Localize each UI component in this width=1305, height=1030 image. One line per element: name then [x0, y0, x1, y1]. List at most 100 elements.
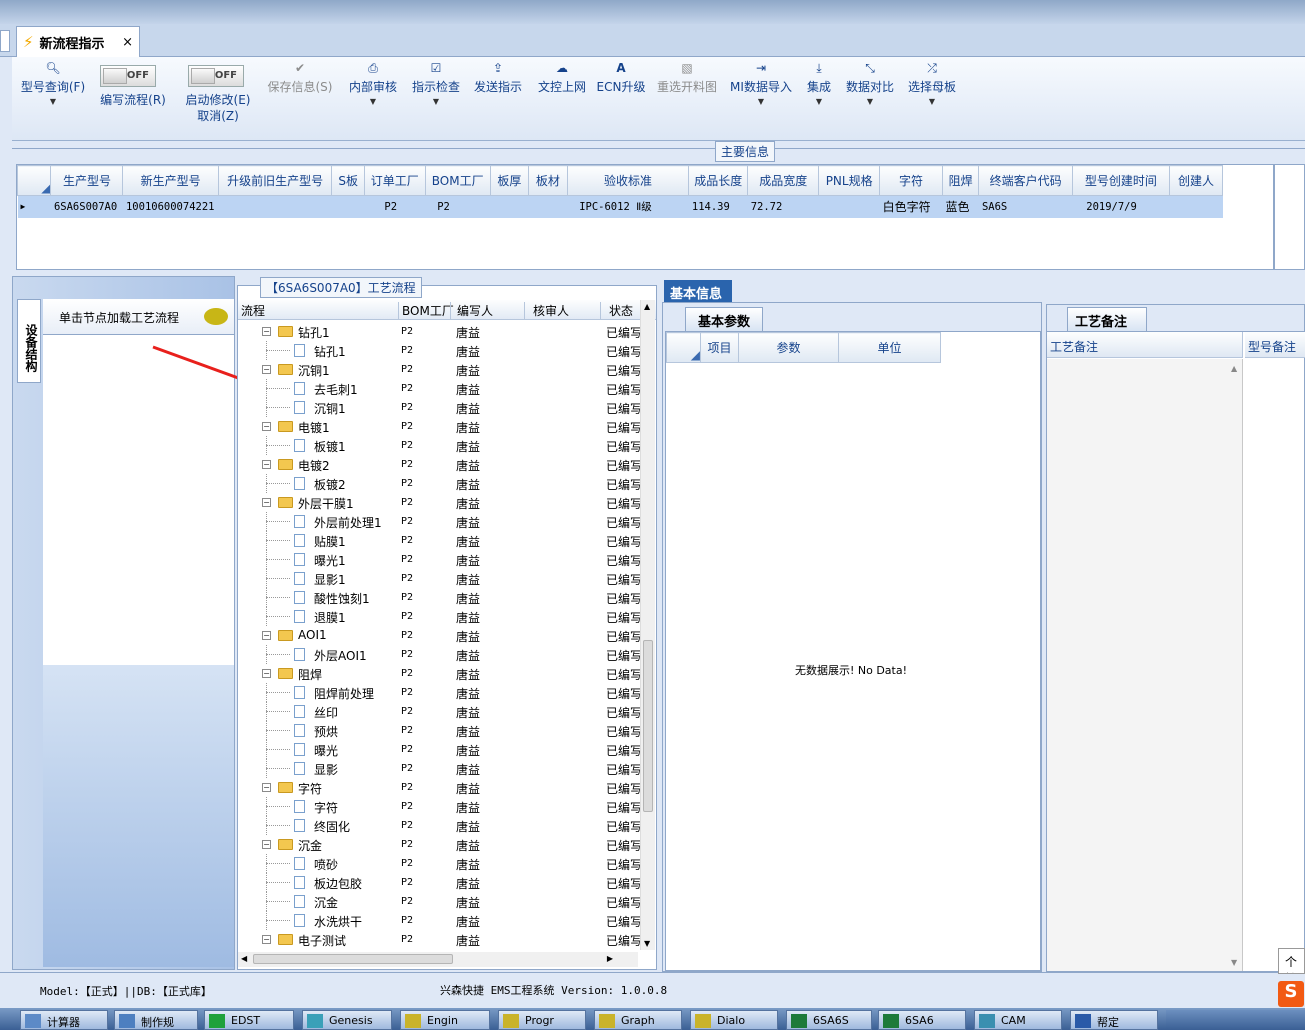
- collapse-icon[interactable]: −: [262, 669, 271, 678]
- column-header[interactable]: 阻焊: [941, 165, 980, 196]
- collapse-icon[interactable]: −: [262, 783, 271, 792]
- taskbar-item[interactable]: EDST: [204, 1010, 294, 1030]
- tab-new-process[interactable]: ⚡ 新流程指示 ×: [16, 26, 140, 57]
- taskbar-item[interactable]: 6SA6S: [786, 1010, 872, 1030]
- column-header[interactable]: 板厚: [489, 165, 530, 196]
- column-header[interactable]: S板: [331, 165, 365, 196]
- tree-leaf-node[interactable]: 喷砂 P2 唐益 已编写: [238, 854, 640, 873]
- taskbar-item[interactable]: Engin: [400, 1010, 490, 1030]
- column-header[interactable]: 新生产型号: [122, 165, 219, 196]
- column-header[interactable]: 流程: [241, 302, 265, 319]
- tree-leaf-node[interactable]: 水洗烘干 P2 唐益 已编写: [238, 911, 640, 930]
- table-row[interactable]: ▶ 6SA6S007A0 10010600074221 P2 P2 IPC-60…: [17, 195, 1223, 218]
- column-header[interactable]: PNL规格: [818, 165, 881, 196]
- taskbar-item[interactable]: 制作规: [114, 1010, 198, 1030]
- tree-leaf-node[interactable]: 退膜1 P2 唐益 已编写: [238, 607, 640, 626]
- scroll-up-icon[interactable]: ▲: [644, 302, 650, 311]
- app-menu-icon[interactable]: [0, 30, 10, 52]
- row-selector-header[interactable]: ◢: [17, 165, 52, 196]
- vertical-scrollbar[interactable]: ▲ ▼: [640, 300, 655, 950]
- tree-folder-node[interactable]: − 电镀2 P2 唐益 已编写: [238, 455, 640, 474]
- column-header[interactable]: BOM工厂: [424, 165, 491, 196]
- tree-folder-node[interactable]: − 外层干膜1 P2 唐益 已编写: [238, 493, 640, 512]
- tree-folder-node[interactable]: − 钻孔1 P2 唐益 已编写: [238, 322, 640, 341]
- internal-review-button[interactable]: ⎙ 内部审核 ▼: [344, 57, 402, 141]
- tab-basic-info[interactable]: 基本信息: [664, 280, 732, 302]
- column-header[interactable]: 成品长度: [688, 165, 749, 196]
- horizontal-scrollbar[interactable]: ◀ ▶: [238, 952, 638, 967]
- taskbar-item[interactable]: 计算器: [20, 1010, 108, 1030]
- collapse-icon[interactable]: −: [262, 327, 271, 336]
- taskbar-item[interactable]: Dialo: [690, 1010, 778, 1030]
- tree-leaf-node[interactable]: 板镀2 P2 唐益 已编写: [238, 474, 640, 493]
- row-selector-header[interactable]: ◢: [666, 332, 701, 363]
- tab-basic-params[interactable]: 基本参数: [685, 307, 764, 331]
- scroll-thumb[interactable]: [643, 640, 653, 812]
- tree-folder-node[interactable]: − AOI1 P2 唐益 已编写: [238, 626, 640, 645]
- tree-folder-node[interactable]: − 电镀1 P2 唐益 已编写: [238, 417, 640, 436]
- taskbar-item[interactable]: Progr: [498, 1010, 586, 1030]
- tree-leaf-node[interactable]: 贴膜1 P2 唐益 已编写: [238, 531, 640, 550]
- tree-leaf-node[interactable]: 板镀1 P2 唐益 已编写: [238, 436, 640, 455]
- column-header[interactable]: 单位: [838, 332, 941, 363]
- start-edit-toggle[interactable]: OFF: [188, 65, 244, 87]
- tree-leaf-node[interactable]: 沉铜1 P2 唐益 已编写: [238, 398, 640, 417]
- column-header[interactable]: 终端客户代码: [978, 165, 1073, 196]
- column-header[interactable]: 创建人: [1169, 165, 1223, 196]
- save-info-button[interactable]: ✔ 保存信息(S): [264, 57, 336, 141]
- column-header[interactable]: 型号备注: [1245, 332, 1305, 358]
- close-icon[interactable]: ×: [122, 35, 133, 50]
- taskbar-item[interactable]: 帮定: [1070, 1010, 1158, 1030]
- write-process-toggle[interactable]: OFF: [100, 65, 156, 87]
- mi-data-import-button[interactable]: ⇥ MI数据导入 ▼: [728, 57, 794, 141]
- column-header[interactable]: 生产型号: [50, 165, 124, 196]
- scroll-down-icon[interactable]: ▼: [644, 939, 650, 948]
- column-header[interactable]: 状态: [600, 302, 633, 319]
- taskbar-item[interactable]: 6SA6: [878, 1010, 966, 1030]
- data-compare-button[interactable]: ⤡ 数据对比 ▼: [844, 57, 896, 141]
- tree-leaf-node[interactable]: 板边包胶 P2 唐益 已编写: [238, 873, 640, 892]
- column-header[interactable]: 订单工厂: [363, 165, 426, 196]
- scroll-h-thumb[interactable]: [253, 954, 453, 964]
- scroll-down-icon[interactable]: ▼: [1231, 958, 1237, 967]
- collapse-icon[interactable]: −: [262, 422, 271, 431]
- doc-control-online-button[interactable]: ☁ 文控上网: [534, 57, 590, 141]
- tree-folder-node[interactable]: − 沉铜1 P2 唐益 已编写: [238, 360, 640, 379]
- taskbar-item[interactable]: Graph: [594, 1010, 682, 1030]
- instruction-check-button[interactable]: ☑ 指示检查 ▼: [408, 57, 464, 141]
- notes-cell[interactable]: [1047, 359, 1243, 971]
- tab-process-notes[interactable]: 工艺备注: [1067, 307, 1147, 331]
- collapse-icon[interactable]: −: [262, 935, 271, 944]
- tree-leaf-node[interactable]: 外层前处理1 P2 唐益 已编写: [238, 512, 640, 531]
- column-header[interactable]: BOM工厂: [398, 302, 454, 319]
- column-header[interactable]: 项目: [700, 332, 739, 363]
- ecn-upgrade-button[interactable]: A ECN升级: [596, 57, 646, 141]
- collapse-icon[interactable]: −: [262, 840, 271, 849]
- send-instruction-button[interactable]: ⇪ 发送指示: [470, 57, 526, 141]
- tree-leaf-node[interactable]: 终固化 P2 唐益 已编写: [238, 816, 640, 835]
- tree-leaf-node[interactable]: 外层AOI1 P2 唐益 已编写: [238, 645, 640, 664]
- tree-leaf-node[interactable]: 去毛刺1 P2 唐益 已编写: [238, 379, 640, 398]
- scroll-left-icon[interactable]: ◀: [241, 954, 247, 963]
- column-header[interactable]: 字符: [879, 165, 943, 196]
- column-header[interactable]: 型号创建时间: [1071, 165, 1171, 196]
- tree-leaf-node[interactable]: 酸性蚀刻1 P2 唐益 已编写: [238, 588, 640, 607]
- tree-leaf-node[interactable]: 曝光1 P2 唐益 已编写: [238, 550, 640, 569]
- taskbar-item[interactable]: CAM: [974, 1010, 1062, 1030]
- column-header[interactable]: 核审人: [524, 302, 569, 319]
- scroll-up-icon[interactable]: ▲: [1231, 364, 1237, 373]
- tree-leaf-node[interactable]: 曝光 P2 唐益 已编写: [238, 740, 640, 759]
- tree-folder-node[interactable]: − 电子测试 P2 唐益 已编写: [238, 930, 640, 949]
- cancel-label[interactable]: 取消(Z): [180, 108, 256, 124]
- column-header[interactable]: 参数: [738, 332, 839, 363]
- tree-folder-node[interactable]: − 阻焊 P2 唐益 已编写: [238, 664, 640, 683]
- scroll-right-icon[interactable]: ▶: [607, 954, 613, 963]
- column-header[interactable]: 编写人: [450, 302, 493, 319]
- tree-leaf-node[interactable]: 钻孔1 P2 唐益 已编写: [238, 341, 640, 360]
- column-header[interactable]: 板材: [528, 165, 568, 196]
- collapse-icon[interactable]: −: [262, 365, 271, 374]
- collapse-icon[interactable]: −: [262, 631, 271, 640]
- vertical-tab-device-structure[interactable]: 设备结构: [17, 299, 41, 383]
- ime-logo-icon[interactable]: S: [1278, 981, 1304, 1007]
- tree-leaf-node[interactable]: 显影 P2 唐益 已编写: [238, 759, 640, 778]
